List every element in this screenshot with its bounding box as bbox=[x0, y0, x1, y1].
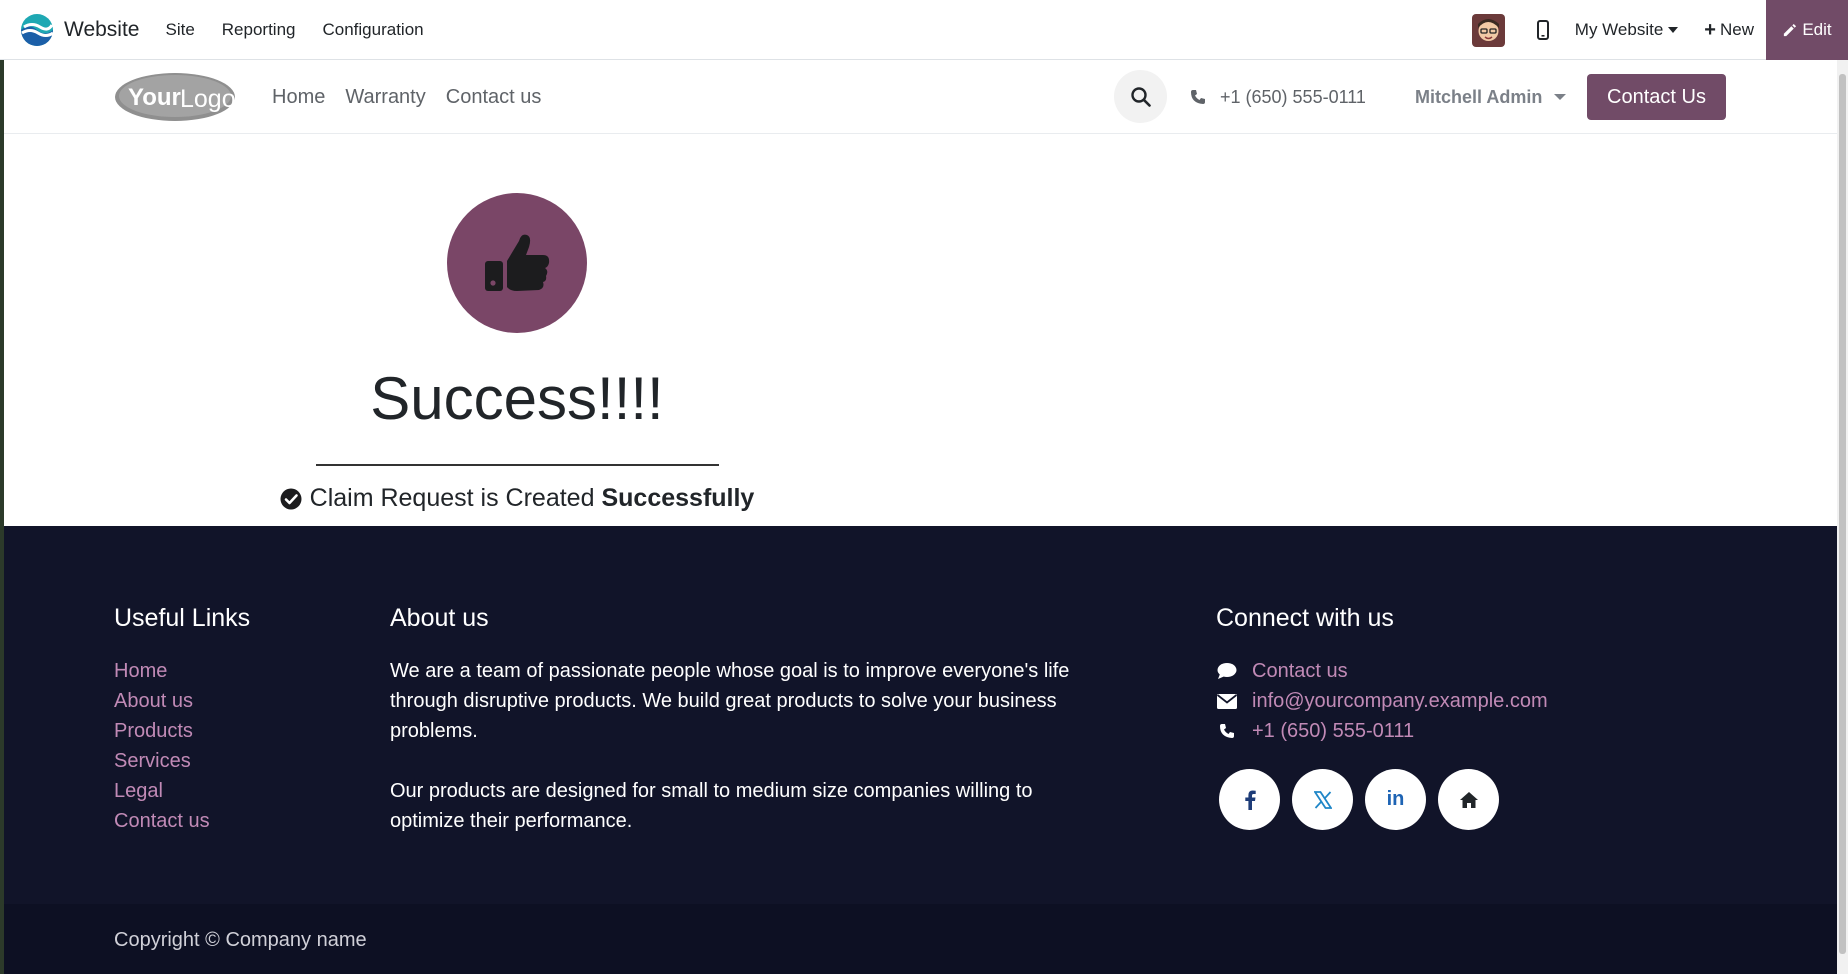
envelope-icon bbox=[1216, 693, 1238, 709]
search-icon bbox=[1130, 86, 1151, 107]
site-nav: Home Warranty Contact us bbox=[272, 60, 561, 134]
connect-heading: Connect with us bbox=[1216, 604, 1394, 632]
success-message-text: Claim Request is Created bbox=[309, 484, 595, 512]
success-title: Success!!!! bbox=[370, 365, 664, 432]
new-button-label: New bbox=[1719, 20, 1754, 39]
admin-menu: Site Reporting Configuration bbox=[165, 20, 450, 40]
copyright-text: Copyright © Company name bbox=[114, 929, 367, 951]
user-name: Mitchell Admin bbox=[1415, 86, 1543, 107]
facebook-button[interactable] bbox=[1219, 769, 1280, 830]
footer-link-home[interactable]: Home bbox=[114, 656, 210, 686]
about-paragraph-1: We are a team of passionate people whose… bbox=[390, 660, 1070, 742]
caret-down-icon bbox=[1554, 94, 1567, 100]
phone-icon bbox=[1216, 723, 1238, 739]
site-footer: Useful Links Home About us Products Serv… bbox=[4, 526, 1837, 904]
user-avatar-icon bbox=[1471, 13, 1505, 47]
admin-right-actions: My Website + New Edit bbox=[1471, 0, 1848, 60]
menu-reporting[interactable]: Reporting bbox=[222, 20, 296, 40]
social-links: in bbox=[1219, 769, 1511, 830]
pencil-icon bbox=[1784, 23, 1797, 36]
useful-links-heading: Useful Links bbox=[114, 604, 251, 632]
useful-links-list: Home About us Products Services Legal Co… bbox=[114, 656, 210, 836]
connect-contact[interactable]: Contact us bbox=[1216, 656, 1548, 686]
nav-warranty[interactable]: Warranty bbox=[345, 86, 425, 109]
phone-icon bbox=[1191, 90, 1205, 104]
main-content: Success!!!! Claim Request is Created Suc… bbox=[4, 134, 1837, 526]
linkedin-button[interactable]: in bbox=[1365, 769, 1426, 830]
site-header: Your Logo Home Warranty Contact us +1 (6… bbox=[4, 60, 1837, 134]
home-button[interactable] bbox=[1438, 769, 1499, 830]
about-paragraph-2: Our products are designed for small to m… bbox=[390, 780, 1033, 832]
menu-configuration[interactable]: Configuration bbox=[323, 20, 424, 40]
caret-down-icon bbox=[1668, 27, 1679, 33]
home-icon bbox=[1459, 791, 1478, 808]
copyright-bar: Copyright © Company name bbox=[4, 904, 1837, 974]
thumbs-up-icon bbox=[485, 234, 550, 291]
about-us-text: We are a team of passionate people whose… bbox=[390, 656, 1070, 836]
check-circle-icon bbox=[280, 488, 302, 509]
connect-email[interactable]: info@yourcompany.example.com bbox=[1216, 686, 1548, 716]
linkedin-icon: in bbox=[1386, 788, 1405, 810]
mobile-preview-icon[interactable] bbox=[1533, 19, 1553, 41]
svg-text:Your: Your bbox=[128, 84, 181, 111]
comment-icon bbox=[1216, 662, 1238, 680]
your-logo-icon: Your Logo bbox=[115, 73, 236, 121]
page-scrollbar[interactable] bbox=[1837, 60, 1848, 974]
contact-us-button[interactable]: Contact Us bbox=[1587, 74, 1726, 120]
success-badge bbox=[447, 193, 587, 333]
facebook-icon bbox=[1244, 790, 1256, 810]
footer-link-legal[interactable]: Legal bbox=[114, 776, 210, 806]
nav-contact-us[interactable]: Contact us bbox=[446, 86, 542, 109]
success-message: Claim Request is Created Successfully bbox=[267, 484, 767, 513]
x-button[interactable] bbox=[1292, 769, 1353, 830]
about-us-heading: About us bbox=[390, 604, 489, 632]
connect-phone-label: +1 (650) 555-0111 bbox=[1252, 720, 1415, 742]
scrollbar-thumb[interactable] bbox=[1839, 74, 1846, 954]
admin-navbar: Website Site Reporting Configuration My … bbox=[0, 0, 1848, 60]
footer-link-about-us[interactable]: About us bbox=[114, 686, 210, 716]
footer-link-services[interactable]: Services bbox=[114, 746, 210, 776]
connect-email-label: info@yourcompany.example.com bbox=[1252, 690, 1548, 712]
connect-list: Contact us info@yourcompany.example.com … bbox=[1216, 656, 1548, 746]
user-menu[interactable]: Mitchell Admin bbox=[1415, 60, 1567, 134]
website-switcher[interactable]: My Website bbox=[1575, 20, 1679, 40]
menu-site[interactable]: Site bbox=[165, 20, 194, 40]
avatar[interactable] bbox=[1471, 13, 1505, 47]
svg-text:Logo: Logo bbox=[180, 85, 236, 113]
success-message-bold: Successfully bbox=[601, 484, 755, 512]
new-button[interactable]: + New bbox=[1704, 19, 1754, 42]
footer-link-contact-us[interactable]: Contact us bbox=[114, 806, 210, 836]
divider bbox=[316, 464, 719, 466]
site-logo[interactable]: Your Logo bbox=[114, 72, 236, 122]
nav-home[interactable]: Home bbox=[272, 86, 325, 109]
edit-button[interactable]: Edit bbox=[1766, 0, 1848, 60]
website-app-logo[interactable]: Website bbox=[20, 13, 165, 47]
app-name[interactable]: Website bbox=[64, 18, 139, 42]
search-button[interactable] bbox=[1114, 70, 1167, 123]
website-switcher-label: My Website bbox=[1574, 20, 1664, 39]
connect-contact-label: Contact us bbox=[1252, 660, 1348, 682]
website-app-icon bbox=[21, 13, 54, 46]
plus-icon: + bbox=[1704, 18, 1716, 41]
header-phone[interactable]: +1 (650) 555-0111 bbox=[1190, 60, 1366, 134]
header-phone-label: +1 (650) 555-0111 bbox=[1220, 86, 1366, 107]
connect-phone[interactable]: +1 (650) 555-0111 bbox=[1216, 716, 1548, 746]
edit-button-label: Edit bbox=[1802, 20, 1832, 39]
x-icon bbox=[1313, 790, 1332, 809]
footer-link-products[interactable]: Products bbox=[114, 716, 210, 746]
